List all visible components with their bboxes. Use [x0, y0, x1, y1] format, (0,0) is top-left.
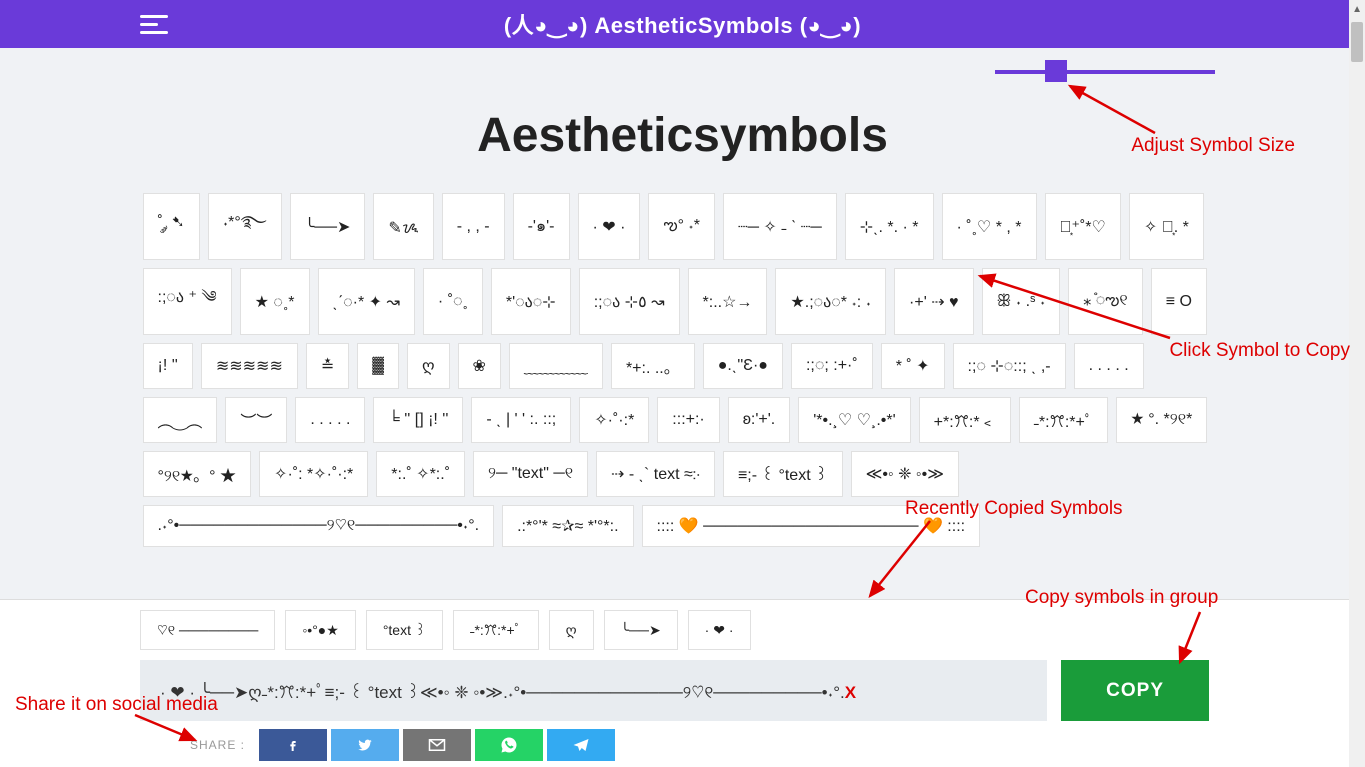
- symbol-tile[interactable]: · ˚◌˳: [423, 268, 483, 335]
- symbol-tile[interactable]: · ❤ ·: [578, 193, 641, 260]
- share-row: SHARE :: [140, 729, 1209, 761]
- symbol-tile[interactable]: ≋≋≋≋≋: [201, 343, 298, 389]
- symbol-tile[interactable]: '*•.¸♡ ♡¸.•*': [798, 397, 910, 443]
- symbol-tile[interactable]: ఌ° ˖*: [648, 193, 715, 260]
- symbol-tile[interactable]: ✧·˚: *✧·˚·:*: [259, 451, 368, 497]
- recent-tile[interactable]: · ❤ ·: [688, 610, 751, 650]
- symbol-tile[interactable]: - , , -: [442, 193, 505, 260]
- symbol-tile[interactable]: ╘ '' [] ¡! '': [373, 397, 463, 443]
- symbol-tile[interactable]: ≪•◦ ❈ ◦•≫: [851, 451, 959, 497]
- symbol-tile[interactable]: ୨─ "text" ─୧: [473, 451, 588, 497]
- symbol-tile[interactable]: *'◌ა◌⊹: [491, 268, 571, 335]
- share-whatsapp[interactable]: [475, 729, 543, 761]
- symbol-tile[interactable]: ⊹ˎ. *. · *: [845, 193, 934, 260]
- symbol-tile[interactable]: ▓: [357, 343, 399, 389]
- symbol-tile[interactable]: *:.˚ ✧*:.˚: [376, 451, 465, 497]
- symbol-tile[interactable]: . . . . .: [295, 397, 365, 443]
- site-logo: (人◕‿◕) AestheticSymbols (◕‿◕): [504, 8, 861, 40]
- symbol-tile[interactable]: ︵‿︵: [143, 397, 218, 443]
- scroll-thumb[interactable]: [1351, 22, 1363, 62]
- recent-tile[interactable]: ღ: [549, 610, 594, 650]
- share-twitter[interactable]: [331, 729, 399, 761]
- symbol-tile[interactable]: ˎˊ◌·* ✦ ↝: [318, 268, 415, 335]
- share-label: SHARE :: [190, 738, 245, 752]
- symbol-tile[interactable]: ≡;- ꒰ °text ꒱: [723, 451, 843, 497]
- symbol-tile[interactable]: ¡! '': [143, 343, 193, 389]
- copy-button[interactable]: COPY: [1061, 660, 1209, 721]
- symbol-tile[interactable]: ╰──➤: [290, 193, 366, 260]
- size-slider[interactable]: [995, 70, 1215, 74]
- symbol-tile[interactable]: ≛: [306, 343, 349, 389]
- symbol-tile[interactable]: °୨୧★。° ★: [143, 451, 252, 497]
- symbol-tile[interactable]: .:*°'* ≈✰≈ *'°*:.: [502, 505, 633, 547]
- symbol-tile[interactable]: +*:ꔫ:*﹤: [919, 397, 1011, 443]
- symbol-tile[interactable]: ⁎ ̊◌ఌ୧: [1068, 268, 1142, 335]
- symbol-tile[interactable]: :;◌ ⊹◌::; ˎ ,-: [953, 343, 1066, 389]
- scrollbar[interactable]: ▲: [1349, 0, 1365, 767]
- symbol-tile[interactable]: ●.ˎ''Ɛ·●: [703, 343, 783, 389]
- symbol-tile[interactable]: ┈─ ✧ ˗ ˋ ┈─: [723, 193, 837, 260]
- copy-textbox[interactable]: · ❤ · ╰──➤ღ˗*:ꔫ:*+ﾟ≡;- ꒰ °text ꒱≪•◦ ❈ ◦•…: [140, 660, 1047, 721]
- symbol-tile[interactable]: ꕥ ˖ .ˢ ˖: [982, 268, 1061, 335]
- symbol-grid: ˚ ༘ ➷˖*°࿐╰──➤✎ᝰ- , , --'๑'-· ❤ ·ఌ° ˖*┈─ …: [143, 193, 1223, 547]
- header: (人◕‿◕) AestheticSymbols (◕‿◕): [0, 0, 1365, 48]
- symbol-tile[interactable]: - ˎ | ' ' :. ::;: [471, 397, 571, 443]
- symbol-tile[interactable]: *:..☆→: [688, 268, 768, 335]
- symbol-tile[interactable]: :;◌ა ⁺ ༄: [143, 268, 232, 335]
- symbol-tile[interactable]: ✎ᝰ: [373, 193, 433, 260]
- symbol-tile[interactable]: ˚ ༘ ➷: [143, 193, 200, 260]
- symbol-tile[interactable]: ︶︶: [225, 397, 287, 443]
- page-title: Aestheticsymbols: [143, 108, 1223, 163]
- symbol-tile[interactable]: ˖*°࿐: [208, 193, 282, 260]
- symbol-tile[interactable]: ★ °. *୨୧*: [1116, 397, 1207, 443]
- symbol-tile[interactable]: · ˚˳♡ * , *: [942, 193, 1037, 260]
- recent-tile[interactable]: ♡୧ ────────: [140, 610, 275, 650]
- bottom-panel: ♡୧ ────────◦•°●★°text ꒱˗*:ꔫ:*+ﾟღ╰──➤· ❤ …: [0, 599, 1349, 767]
- symbol-tile[interactable]: ʚ:'+'.: [728, 397, 790, 443]
- symbol-tile[interactable]: ‧͙⁺˚*♡: [1045, 193, 1121, 260]
- symbol-tile[interactable]: ★ ◌˳*: [240, 268, 310, 335]
- symbol-tile[interactable]: ★.;◌ა◌* ˖: ˖: [775, 268, 886, 335]
- symbol-tile[interactable]: -'๑'-: [513, 193, 570, 260]
- share-email[interactable]: [403, 729, 471, 761]
- recent-tile[interactable]: ˗*:ꔫ:*+ﾟ: [453, 610, 539, 650]
- symbol-tile[interactable]: ⇢ - ˎ` text ≈჻: [596, 451, 715, 497]
- recent-tile[interactable]: ◦•°●★: [285, 610, 355, 650]
- symbol-tile[interactable]: ღ: [407, 343, 450, 389]
- symbol-tile[interactable]: ﹏﹏﹏﹏: [509, 343, 603, 389]
- recent-tile[interactable]: °text ꒱: [366, 610, 443, 650]
- symbol-tile[interactable]: ✧·˚·:*: [579, 397, 649, 443]
- symbol-tile[interactable]: ❀: [458, 343, 501, 389]
- symbol-tile[interactable]: ·+' ⇢ ♥: [894, 268, 974, 335]
- clear-x-icon[interactable]: X: [845, 683, 856, 702]
- recent-row: ♡୧ ────────◦•°●★ °text ꒱˗*:ꔫ:*+ﾟღ╰──➤· ❤ …: [140, 610, 1209, 650]
- symbol-tile[interactable]: ✧ ‧͙. *: [1129, 193, 1204, 260]
- symbol-tile[interactable]: . . . . .: [1074, 343, 1144, 389]
- symbol-tile[interactable]: :::: 🧡 ─────────────────── 🧡 ::::: [642, 505, 981, 547]
- menu-icon[interactable]: [140, 15, 168, 34]
- symbol-tile[interactable]: .˖°•─────────────୨♡୧─────────•˖°.: [143, 505, 495, 547]
- symbol-tile[interactable]: :;◌ა ⊹٥ ↝: [579, 268, 680, 335]
- symbol-tile[interactable]: *+:. ..。: [611, 343, 695, 389]
- recent-tile[interactable]: ╰──➤: [604, 610, 678, 650]
- symbol-tile[interactable]: * ˚ ✦: [881, 343, 945, 389]
- symbol-tile[interactable]: :::+:·: [657, 397, 719, 443]
- copy-value: · ❤ · ╰──➤ღ˗*:ꔫ:*+ﾟ≡;- ꒰ °text ꒱≪•◦ ❈ ◦•…: [160, 683, 845, 702]
- scroll-up-icon[interactable]: ▲: [1352, 4, 1362, 15]
- symbol-tile[interactable]: :;◌; :+·˚: [791, 343, 873, 389]
- symbol-tile[interactable]: ≡ O: [1151, 268, 1207, 335]
- symbol-tile[interactable]: ˗*:ꔫ:*+ﾟ: [1019, 397, 1108, 443]
- slider-thumb[interactable]: [1045, 60, 1067, 82]
- share-telegram[interactable]: [547, 729, 615, 761]
- share-facebook[interactable]: [259, 729, 327, 761]
